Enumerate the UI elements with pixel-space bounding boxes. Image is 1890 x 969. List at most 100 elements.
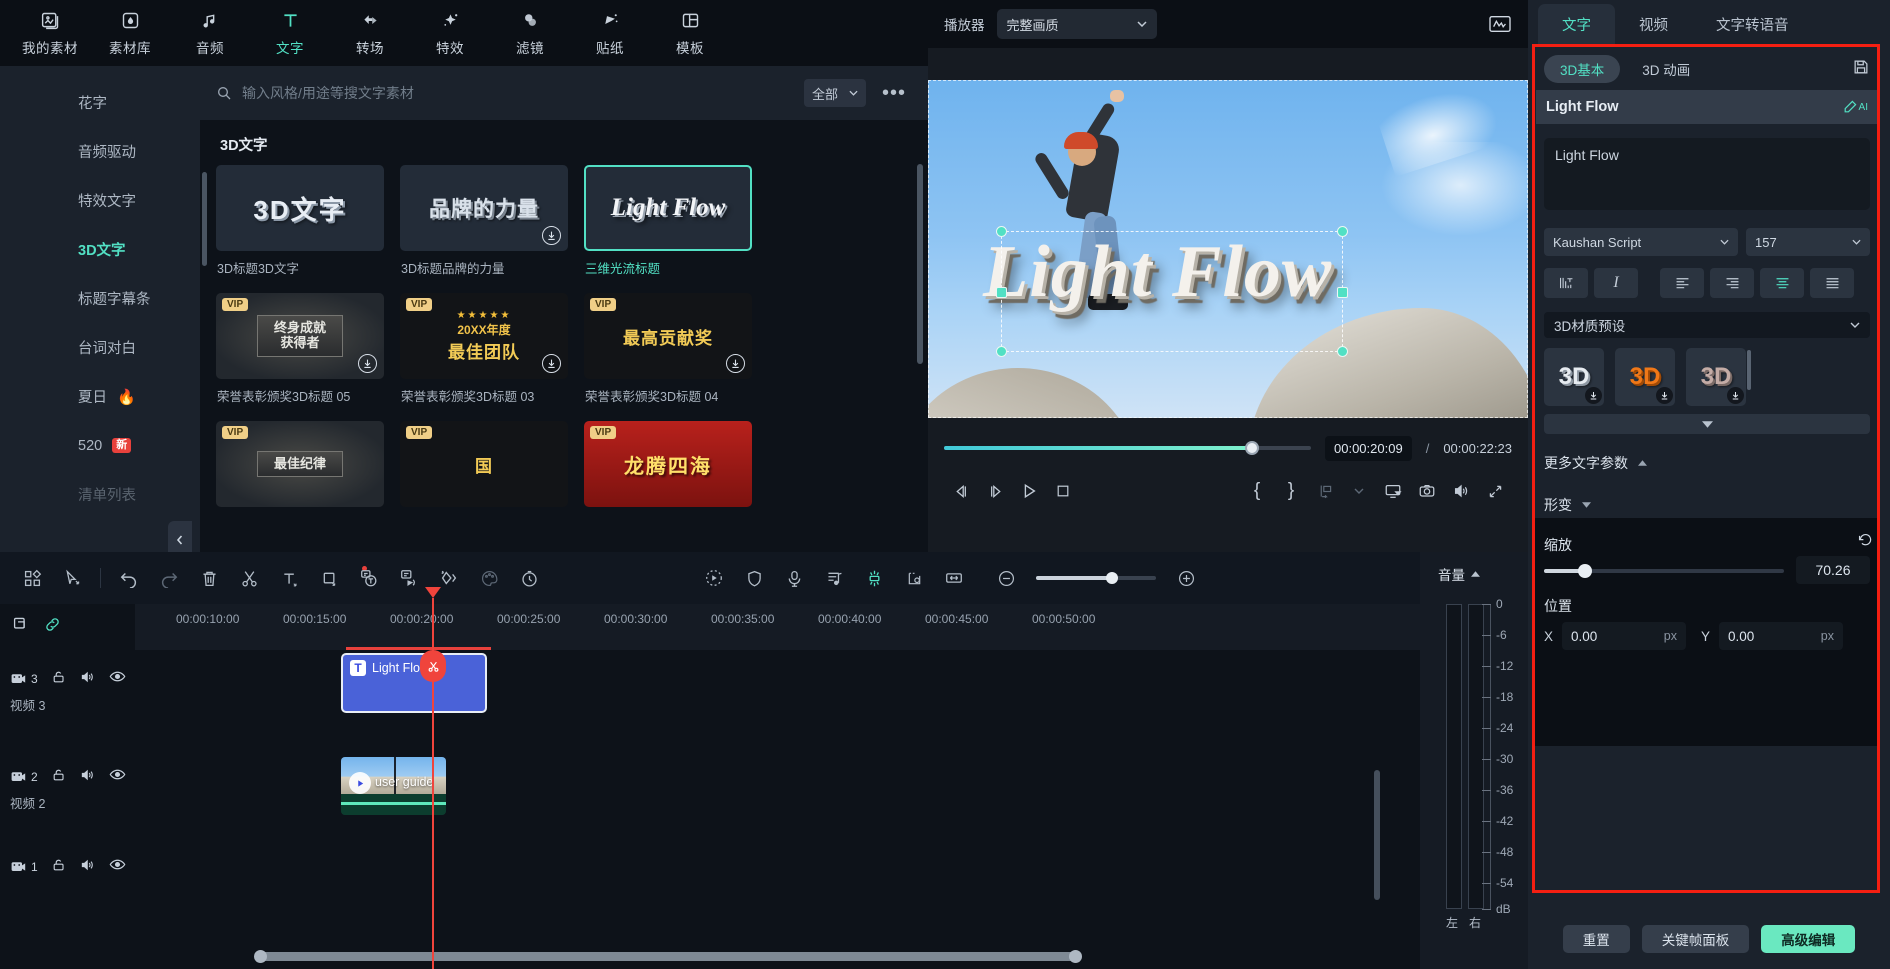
mask-button[interactable] [734,559,774,597]
font-family-dropdown[interactable]: Kaushan Script [1544,228,1738,256]
save-preset-icon[interactable] [1852,58,1870,81]
keyframe-panel-button[interactable]: 关键帧面板 [1642,925,1750,953]
tab-text-to-speech[interactable]: 文字转语音 [1692,4,1813,44]
nav-item-filter[interactable]: 滤镜 [490,2,570,64]
layout-button[interactable] [12,559,52,597]
nav-item-text[interactable]: 文字 [250,2,330,64]
tab-text[interactable]: 文字 [1538,4,1615,44]
quality-dropdown[interactable]: 完整画质 [997,9,1157,39]
display-mode-button[interactable] [1376,474,1410,508]
motion-tracking-button[interactable] [694,559,734,597]
undo-button[interactable] [109,559,149,597]
italic-button[interactable]: I [1594,268,1638,298]
browser-scrollbar-left[interactable] [202,172,207,266]
nav-item-transition[interactable]: 转场 [330,2,410,64]
mute-track-icon[interactable] [80,669,96,690]
text-selection-box[interactable] [1001,231,1343,352]
expand-materials-button[interactable] [1544,414,1870,434]
zoom-knob[interactable] [1106,572,1118,584]
hide-track-icon[interactable] [109,668,126,690]
resize-handle-ml[interactable] [996,287,1007,298]
asset-card[interactable]: 3D文字 3D标题3D文字 [216,165,384,277]
timeline-horizontal-scrollbar[interactable] [258,952,1078,961]
reset-scale-button[interactable] [1857,532,1874,554]
scale-slider[interactable] [1544,563,1784,579]
voiceover-button[interactable] [774,559,814,597]
waveform-toggle-button[interactable] [1488,14,1512,34]
color-button[interactable] [469,559,509,597]
download-icon[interactable] [1656,387,1673,404]
align-justify-button[interactable] [1810,268,1854,298]
progress-knob[interactable] [1245,441,1259,455]
browser-scrollbar[interactable] [917,164,923,364]
link-icon[interactable] [43,615,62,639]
silver-3d-material[interactable]: 3D [1544,348,1604,406]
asset-card[interactable]: 品牌的力量 3D标题品牌的力量 [400,165,568,277]
ai-edit-button[interactable]: AI [1842,99,1868,115]
zoom-in-button[interactable] [1166,559,1206,597]
delete-button[interactable] [189,559,229,597]
text-tool-button[interactable] [269,559,309,597]
timeline-clip-video[interactable]: user guide [341,757,446,815]
transform-accordion[interactable]: 形变 [1544,490,1870,520]
lock-track-icon[interactable] [51,767,67,788]
auto-highlight-button[interactable] [854,559,894,597]
download-icon[interactable] [542,226,561,245]
asset-card[interactable]: 最佳纪律 VIP [216,421,384,507]
hide-track-icon[interactable] [109,856,126,878]
material-scrollbar[interactable] [1747,350,1751,390]
select-tool-button[interactable] [52,559,92,597]
scroll-handle-left[interactable] [254,950,267,963]
download-icon[interactable] [726,354,745,373]
asset-card[interactable]: 终身成就获得者 VIP 荣誉表彰颁奖3D标题 05 [216,293,384,405]
scale-knob[interactable] [1578,564,1592,578]
timeline-clip-text[interactable]: T Light Flow [341,653,487,713]
audio-mixer-button[interactable] [814,559,854,597]
subtab-3d-basic[interactable]: 3D基本 [1544,55,1620,83]
crop-button[interactable] [309,559,349,597]
zoom-out-button[interactable] [986,559,1026,597]
fit-timeline-button[interactable] [934,559,974,597]
preview-canvas[interactable]: Light Flow [928,80,1528,418]
search-input[interactable]: 输入风格/用途等搜文字素材 [216,76,794,110]
orange-3d-material[interactable]: 3D [1615,348,1675,406]
resize-handle-bl[interactable] [996,346,1007,357]
asset-card[interactable]: 最高贡献奖 VIP 荣誉表彰颁奖3D标题 04 [584,293,752,405]
download-icon[interactable] [1585,387,1602,404]
track-row[interactable]: 3 视频 3 T Light Flow [0,650,1528,748]
advanced-edit-button[interactable]: 高级编辑 [1761,925,1855,953]
resize-handle-br[interactable] [1337,346,1348,357]
filter-dropdown[interactable]: 全部 [804,79,866,107]
category-dialogue[interactable]: 台词对白 [0,323,200,372]
category-checklist[interactable]: 清单列表 [0,470,200,519]
export-frame-button[interactable] [1308,474,1342,508]
stone-3d-material[interactable]: 3D [1686,348,1746,406]
asset-card[interactable]: 龙腾四海 VIP [584,421,752,507]
nav-item-template[interactable]: 模板 [650,2,730,64]
download-icon[interactable] [358,354,377,373]
category-effect-text[interactable]: 特效文字 [0,176,200,225]
asset-card-selected[interactable]: Light Flow 三维光流标题 [584,165,752,277]
more-text-params-accordion[interactable]: 更多文字参数 [1544,448,1870,478]
more-options-button[interactable]: ••• [876,82,912,105]
vertical-text-button[interactable] [1544,268,1588,298]
playhead-split-handle[interactable] [420,650,446,682]
playhead[interactable] [432,598,434,969]
category-3d-text[interactable]: 3D文字 [0,225,200,274]
prev-frame-button[interactable] [944,474,978,508]
duration-button[interactable] [509,559,549,597]
lock-track-icon[interactable] [51,857,67,878]
download-icon[interactable] [1727,387,1744,404]
category-summer[interactable]: 夏日 🔥 [0,372,200,421]
reset-button[interactable]: 重置 [1563,925,1630,953]
scale-value-input[interactable]: 70.26 [1796,556,1870,584]
split-button[interactable] [229,559,269,597]
tab-video[interactable]: 视频 [1615,4,1692,44]
category-audio-driven[interactable]: 音频驱动 [0,127,200,176]
scroll-handle-right[interactable] [1069,950,1082,963]
font-size-dropdown[interactable]: 157 [1746,228,1870,256]
subtab-3d-animation[interactable]: 3D 动画 [1626,55,1706,83]
play-button[interactable] [1012,474,1046,508]
stop-button[interactable] [1046,474,1080,508]
mute-track-icon[interactable] [80,767,96,788]
